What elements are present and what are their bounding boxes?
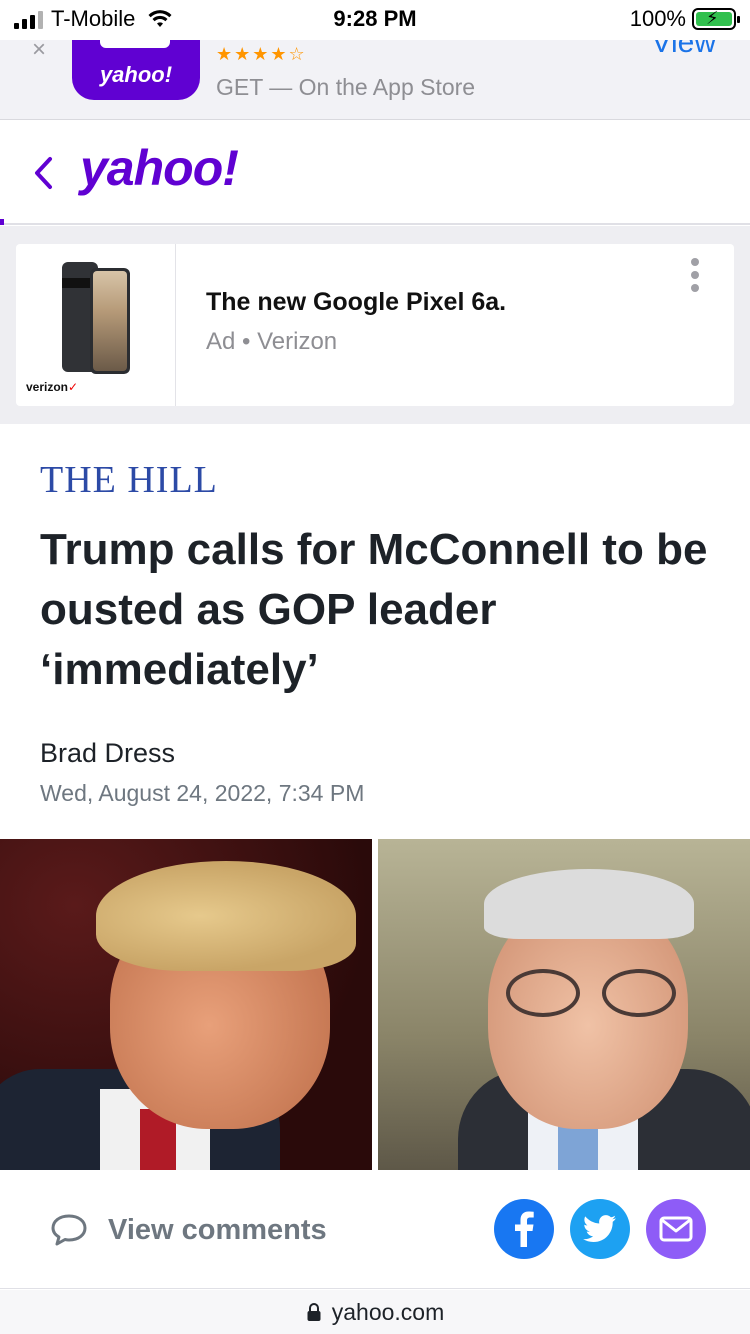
yahoo-logo[interactable]: yahoo! <box>80 139 239 197</box>
ad-meta: Ad • Verizon <box>206 328 338 355</box>
ad-brand-logo: verizon✓ <box>26 380 79 394</box>
ad-image[interactable]: verizon✓ <box>16 244 176 406</box>
more-vertical-icon[interactable] <box>690 258 700 292</box>
app-icon-label: yahoo! <box>99 62 173 87</box>
email-share-button[interactable] <box>646 1199 706 1259</box>
banner-cta: GET — On the App Store <box>216 74 476 100</box>
view-comments-button[interactable]: View comments <box>50 1213 327 1247</box>
view-comments-label: View comments <box>108 1213 327 1246</box>
twitter-share-button[interactable] <box>570 1199 630 1259</box>
close-icon[interactable]: × <box>32 40 46 64</box>
rating-stars: ★★★★☆ <box>216 44 307 64</box>
ad-container: verizon✓ The new Google Pixel 6a. Ad • V… <box>0 226 750 424</box>
twitter-icon <box>583 1215 616 1242</box>
publisher-name[interactable]: THE HILL <box>40 458 218 502</box>
url-text: yahoo.com <box>331 1298 445 1325</box>
photo-right-portrait <box>378 839 750 1170</box>
facebook-icon <box>515 1211 534 1247</box>
facebook-share-button[interactable] <box>494 1199 554 1259</box>
app-icon: yahoo! <box>72 40 200 100</box>
ad-card[interactable]: verizon✓ The new Google Pixel 6a. Ad • V… <box>16 244 734 406</box>
share-buttons <box>494 1199 706 1259</box>
app-store-banner[interactable]: × yahoo! ★★★★☆ GET — On the App Store Vi… <box>0 40 750 120</box>
article-photo[interactable] <box>0 839 750 1170</box>
header-accent <box>0 219 4 225</box>
ad-title[interactable]: The new Google Pixel 6a. <box>206 288 506 317</box>
battery-icon: ⚡ <box>692 8 740 30</box>
battery-percent: 100% <box>629 6 686 31</box>
chevron-left-icon[interactable] <box>28 153 58 193</box>
photo-left-portrait <box>0 839 372 1170</box>
status-right: 100% ⚡ <box>629 6 740 32</box>
lock-icon <box>307 1303 321 1321</box>
status-bar: T-Mobile 9:28 PM 100% ⚡ <box>0 0 750 40</box>
mail-icon <box>659 1216 693 1242</box>
article-date: Wed, August 24, 2022, 7:34 PM <box>40 780 365 806</box>
site-header: yahoo! <box>0 121 750 225</box>
comment-icon <box>51 1214 87 1246</box>
phone-front-image <box>90 268 130 374</box>
view-button[interactable]: View <box>652 40 716 60</box>
article-headline: Trump calls for McConnell to be ousted a… <box>40 525 708 694</box>
article-actions: View comments <box>0 1171 750 1289</box>
article-author: Brad Dress <box>40 738 176 768</box>
browser-url-bar[interactable]: yahoo.com <box>0 1290 750 1334</box>
